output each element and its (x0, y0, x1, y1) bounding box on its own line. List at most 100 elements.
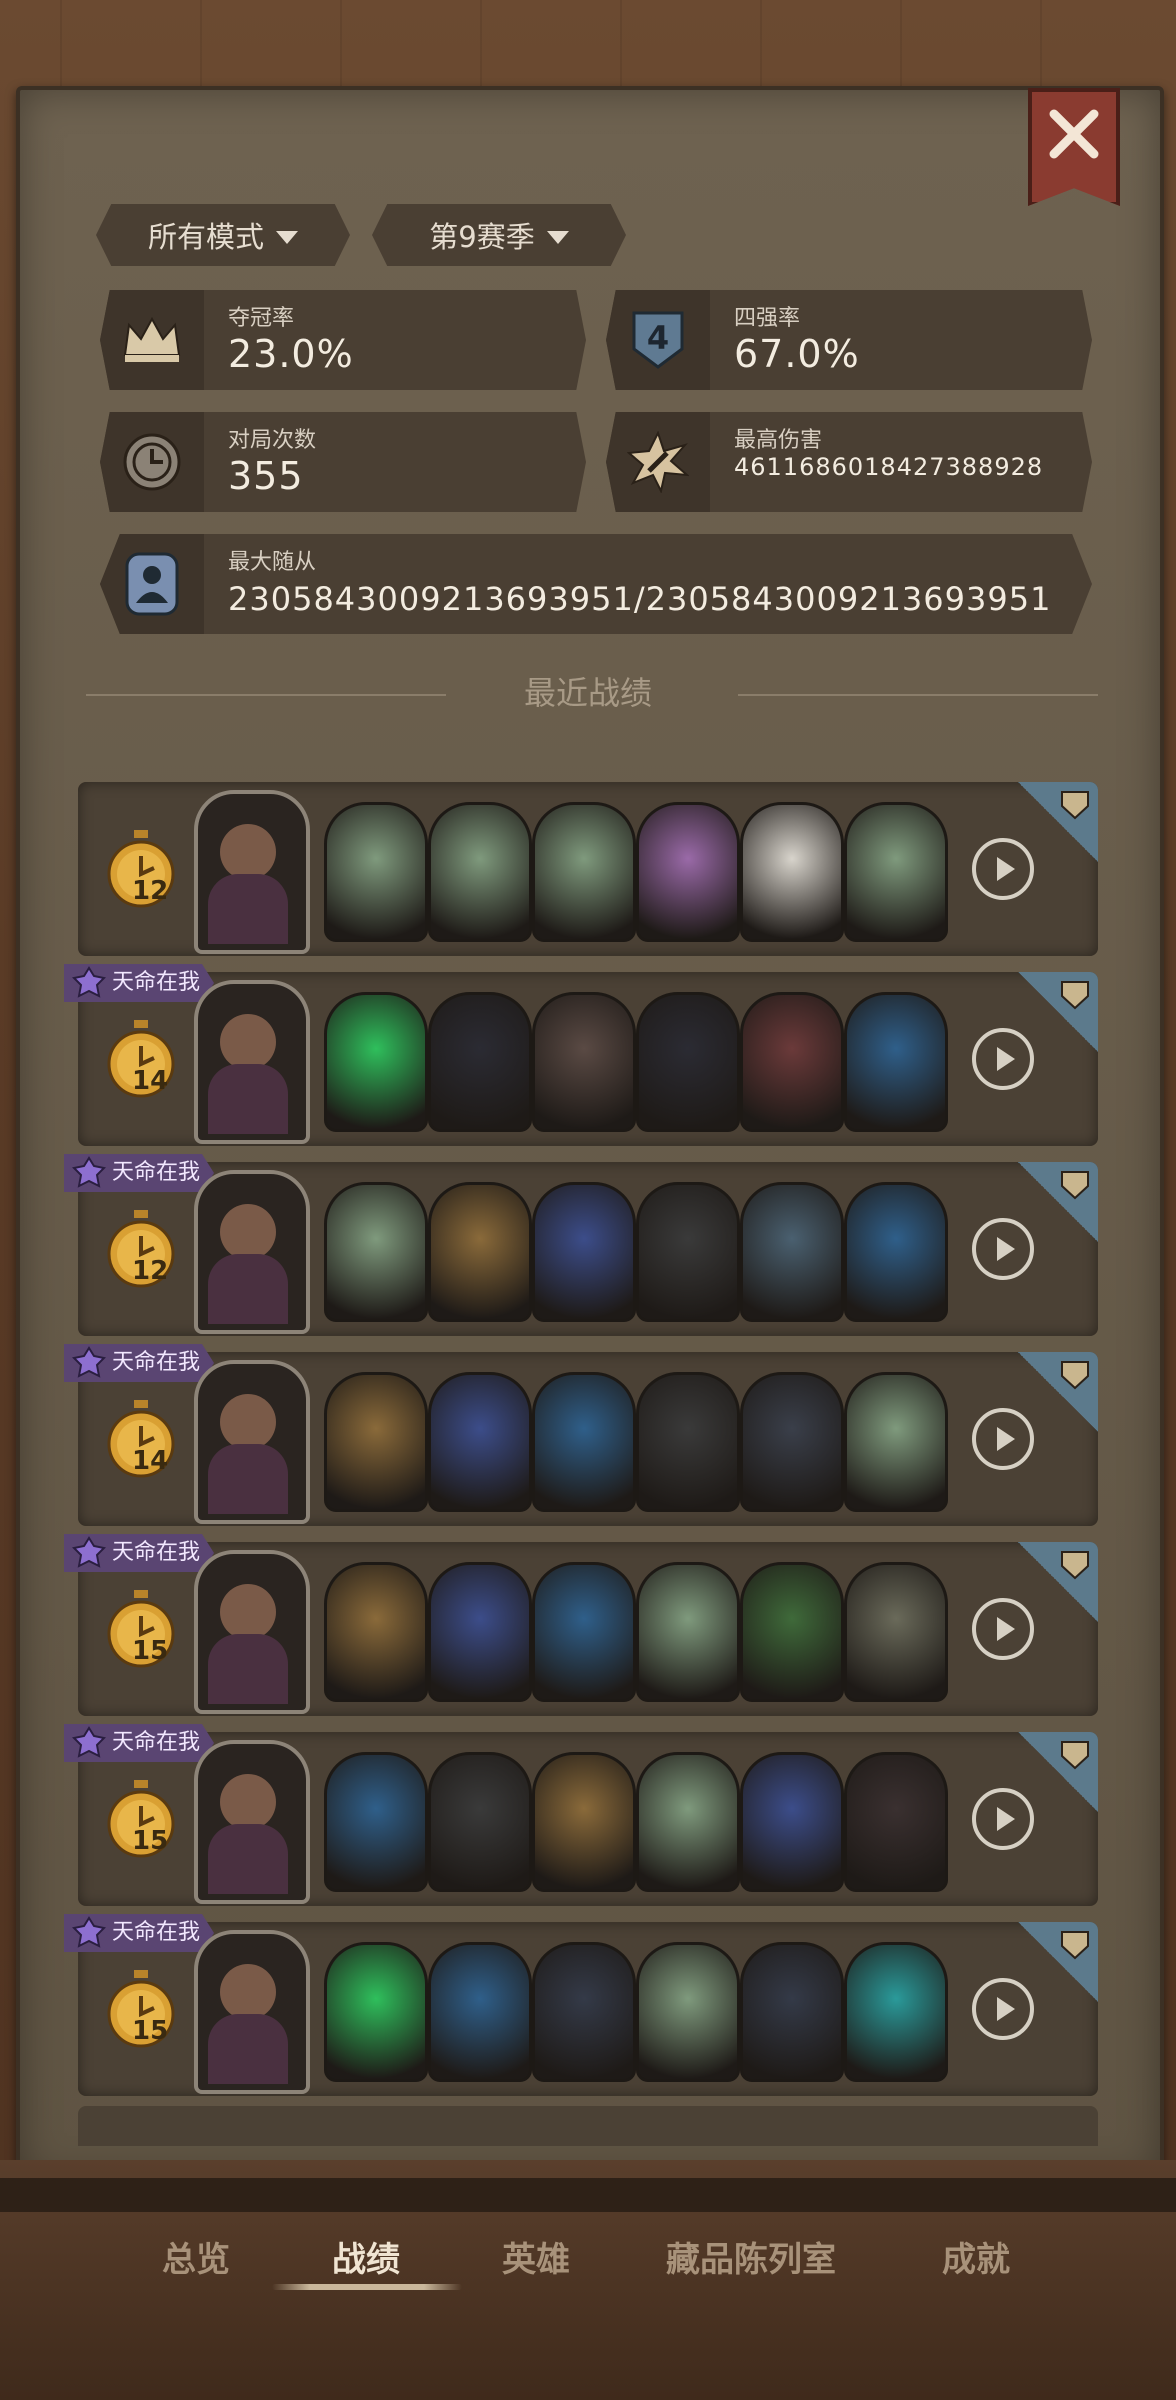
hero-portrait[interactable] (194, 790, 310, 954)
minion-card[interactable] (324, 992, 428, 1132)
minion-card[interactable] (532, 1372, 636, 1512)
minion-card[interactable] (636, 992, 740, 1132)
match-row[interactable]: 天命在我 15 (64, 1914, 1098, 2096)
minion-card[interactable] (324, 1942, 428, 2082)
max-damage-label: 最高伤害 (734, 428, 823, 453)
fate-badge-label: 天命在我 (112, 1920, 201, 1945)
rank-shield-corner (1018, 1542, 1098, 1622)
match-row[interactable]: 天命在我 14 (64, 1344, 1098, 1526)
minion-card[interactable] (636, 802, 740, 942)
hero-portrait[interactable] (194, 1550, 310, 1714)
match-row[interactable]: 天命在我 15 (64, 1724, 1098, 1906)
minion-card[interactable] (324, 1752, 428, 1892)
turn-number: 14 (132, 1446, 169, 1476)
minion-card[interactable] (532, 1182, 636, 1322)
minion-card[interactable] (636, 1752, 740, 1892)
replay-button[interactable] (972, 1218, 1034, 1280)
minion-card[interactable] (740, 992, 844, 1132)
shield-icon (1061, 1551, 1089, 1580)
minion-card[interactable] (844, 992, 948, 1132)
tab-achievements[interactable]: 成就 (942, 2232, 1010, 2281)
fate-badge: 天命在我 (64, 1534, 215, 1572)
replay-button[interactable] (972, 1978, 1034, 2040)
play-icon (996, 1617, 1015, 1641)
minion-card[interactable] (740, 1562, 844, 1702)
minion-card[interactable] (636, 1942, 740, 2082)
replay-button[interactable] (972, 1788, 1034, 1850)
minion-card[interactable] (324, 1182, 428, 1322)
close-button[interactable] (1028, 88, 1120, 206)
replay-button[interactable] (972, 838, 1034, 900)
tab-records[interactable]: 战绩 (332, 2232, 400, 2281)
hero-portrait[interactable] (194, 1930, 310, 2094)
win-rate-stat: 夺冠率 23.0% (100, 290, 586, 390)
minion-card[interactable] (636, 1372, 740, 1512)
minion-card[interactable] (428, 992, 532, 1132)
gem-icon (72, 1346, 106, 1378)
minion-card[interactable] (324, 802, 428, 942)
tab-overview[interactable]: 总览 (162, 2232, 230, 2281)
match-row[interactable]: 12 (78, 782, 1098, 956)
rank-shield-corner (1018, 1162, 1098, 1242)
minion-card[interactable] (740, 1752, 844, 1892)
play-icon (996, 857, 1015, 881)
max-minions-stat: 最大随从 2305843009213693951/230584300921369… (100, 534, 1092, 634)
minion-card[interactable] (324, 1562, 428, 1702)
minion-card[interactable] (844, 1942, 948, 2082)
minion-card[interactable] (740, 802, 844, 942)
minion-card[interactable] (532, 802, 636, 942)
minion-card[interactable] (324, 1372, 428, 1512)
minion-card[interactable] (636, 1182, 740, 1322)
minion-card[interactable] (532, 992, 636, 1132)
minion-card[interactable] (844, 1182, 948, 1322)
minion-card[interactable] (844, 1562, 948, 1702)
minion-card[interactable] (428, 1182, 532, 1322)
minion-card[interactable] (532, 1562, 636, 1702)
hero-portrait[interactable] (194, 980, 310, 1144)
shield-icon (1061, 1171, 1089, 1200)
turn-medal: 15 (104, 1590, 178, 1668)
replay-button[interactable] (972, 1028, 1034, 1090)
match-row[interactable]: 天命在我 14 (64, 964, 1098, 1146)
fate-badge: 天命在我 (64, 964, 215, 1002)
minion-card[interactable] (428, 802, 532, 942)
replay-button[interactable] (972, 1408, 1034, 1470)
minion-card[interactable] (428, 1372, 532, 1512)
turn-number: 15 (132, 1826, 169, 1856)
season-dropdown[interactable]: 第9赛季 (372, 204, 626, 266)
minion-card[interactable] (844, 1372, 948, 1512)
fate-badge-label: 天命在我 (112, 970, 201, 995)
minion-card[interactable] (532, 1752, 636, 1892)
turn-medal: 15 (104, 1970, 178, 2048)
max-damage-stat: 最高伤害 4611686018427388928 (606, 412, 1092, 512)
fate-badge-label: 天命在我 (112, 1350, 201, 1375)
season-dropdown-label: 第9赛季 (429, 220, 535, 254)
turn-medal: 12 (104, 830, 178, 908)
win-rate-value: 23.0% (228, 332, 354, 376)
gem-icon (72, 1726, 106, 1758)
minion-card[interactable] (636, 1562, 740, 1702)
turn-number: 14 (132, 1066, 169, 1096)
minion-card[interactable] (532, 1942, 636, 2082)
match-row[interactable]: 天命在我 15 (64, 1534, 1098, 1716)
tab-heroes[interactable]: 英雄 (502, 2232, 570, 2281)
max-minions-value: 2305843009213693951/2305843009213693951 (228, 580, 1052, 618)
minion-card[interactable] (428, 1562, 532, 1702)
minion-card[interactable] (740, 1182, 844, 1322)
minion-card[interactable] (428, 1752, 532, 1892)
minion-card[interactable] (428, 1942, 532, 2082)
minion-card[interactable] (844, 802, 948, 942)
tab-collection[interactable]: 藏品陈列室 (666, 2232, 836, 2281)
replay-button[interactable] (972, 1598, 1034, 1660)
mode-dropdown[interactable]: 所有模式 (96, 204, 350, 266)
hero-portrait[interactable] (194, 1740, 310, 1904)
rank-shield-corner (1018, 972, 1098, 1052)
match-row[interactable]: 天命在我 12 (64, 1154, 1098, 1336)
fate-badge-label: 天命在我 (112, 1540, 201, 1565)
minion-card[interactable] (740, 1942, 844, 2082)
minion-card[interactable] (740, 1372, 844, 1512)
turn-number: 15 (132, 1636, 169, 1666)
hero-portrait[interactable] (194, 1170, 310, 1334)
hero-portrait[interactable] (194, 1360, 310, 1524)
minion-card[interactable] (844, 1752, 948, 1892)
